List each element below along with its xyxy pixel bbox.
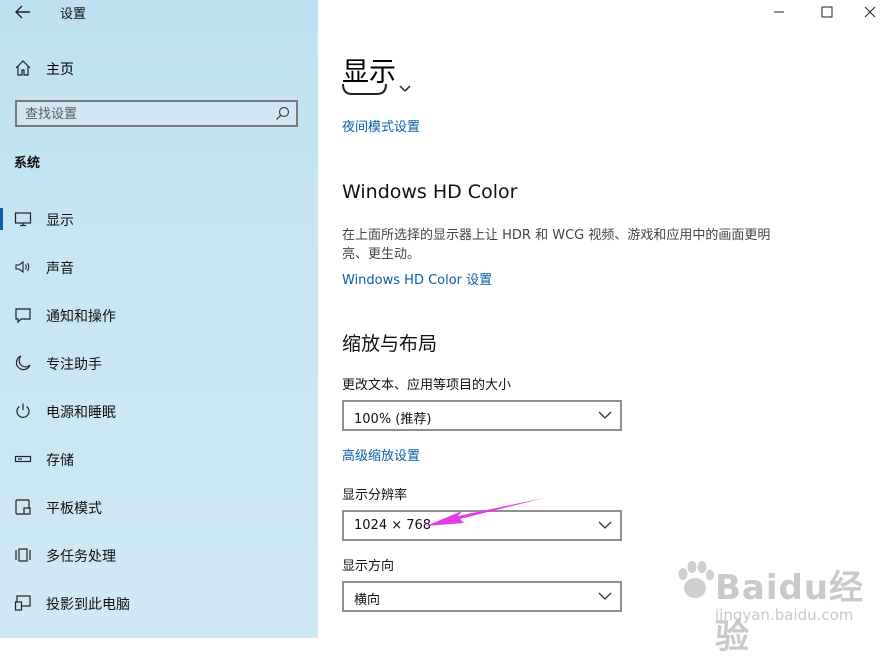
maximize-icon[interactable] (815, 2, 839, 22)
sidebar-item-storage[interactable]: 存储 (0, 439, 318, 479)
orientation-dropdown[interactable]: 横向 (342, 581, 622, 612)
orientation-value: 横向 (354, 593, 381, 608)
sidebar-item-project-to-pc[interactable]: 投影到此电脑 (0, 583, 318, 623)
resolution-label: 显示分辨率 (342, 488, 408, 503)
speaker-icon (15, 260, 30, 274)
multitask-icon (15, 548, 31, 562)
close-icon[interactable] (858, 2, 882, 22)
hdr-heading: Windows HD Color (342, 181, 518, 203)
advanced-scaling-link[interactable]: 高级缩放设置 (342, 445, 420, 464)
chevron-down-icon (598, 411, 612, 419)
sidebar-item-label: 专注助手 (46, 357, 102, 373)
watermark-url: jingyan.baidu.com (715, 606, 854, 624)
scale-dropdown[interactable]: 100% (推荐) (342, 400, 622, 431)
monitor-icon (14, 212, 32, 227)
orientation-label: 显示方向 (342, 559, 395, 574)
text-size-label: 更改文本、应用等项目的大小 (342, 378, 512, 393)
hdr-description: 在上面所选择的显示器上让 HDR 和 WCG 视频、游戏和应用中的画面更明亮、更… (342, 228, 771, 262)
sidebar-item-label: 电源和睡眠 (46, 405, 116, 421)
paw-logo-icon (678, 561, 714, 598)
home-icon (15, 60, 31, 76)
power-icon (16, 403, 30, 418)
search-input[interactable] (17, 102, 277, 127)
home-nav-item[interactable]: 主页 (0, 52, 318, 84)
sidebar-item-sound[interactable]: 声音 (0, 247, 318, 287)
search-icon[interactable] (275, 106, 290, 121)
home-label: 主页 (46, 62, 74, 78)
sidebar-item-label: 多任务处理 (46, 549, 116, 565)
sidebar-item-multitasking[interactable]: 多任务处理 (0, 535, 318, 575)
sidebar-item-label: 显示 (46, 213, 74, 229)
notification-icon (15, 308, 31, 324)
sidebar: 设置 主页 系统 显示 声音 通知和操作 (0, 0, 318, 638)
sidebar-item-notifications[interactable]: 通知和操作 (0, 295, 318, 335)
night-light-toggle-partial[interactable] (342, 82, 432, 98)
scale-value: 100% (推荐) (354, 412, 432, 427)
chevron-down-icon (598, 521, 612, 529)
minimize-icon[interactable] (767, 2, 791, 22)
scale-layout-heading: 缩放与布局 (342, 333, 438, 355)
main-content: 显示 夜间模式设置 Windows HD Color 在上面所选择的显示器上让 … (318, 0, 883, 638)
night-light-settings-link[interactable]: 夜间模式设置 (342, 116, 420, 135)
sidebar-item-label: 平板模式 (46, 501, 102, 517)
search-box[interactable] (15, 100, 298, 127)
sidebar-item-power[interactable]: 电源和睡眠 (0, 391, 318, 431)
sidebar-item-label: 声音 (46, 261, 74, 277)
chevron-down-icon (598, 592, 612, 600)
sidebar-item-label: 投影到此电脑 (46, 597, 130, 613)
watermark: Baidu经验 jingyan.baidu.com (675, 554, 875, 657)
window-title: 设置 (60, 7, 87, 22)
hdr-settings-link[interactable]: Windows HD Color 设置 (342, 269, 492, 288)
back-arrow-icon[interactable] (12, 2, 34, 22)
sidebar-item-label: 通知和操作 (46, 309, 116, 325)
sidebar-item-label: 存储 (46, 453, 74, 469)
tablet-icon (15, 499, 31, 515)
moon-icon (15, 355, 31, 371)
sidebar-item-display[interactable]: 显示 (0, 199, 318, 239)
sidebar-item-tablet-mode[interactable]: 平板模式 (0, 487, 318, 527)
storage-icon (14, 455, 32, 463)
sidebar-item-focus-assist[interactable]: 专注助手 (0, 343, 318, 383)
annotation-arrow-icon (426, 498, 544, 526)
project-icon (14, 595, 31, 611)
section-label: 系统 (14, 156, 41, 171)
